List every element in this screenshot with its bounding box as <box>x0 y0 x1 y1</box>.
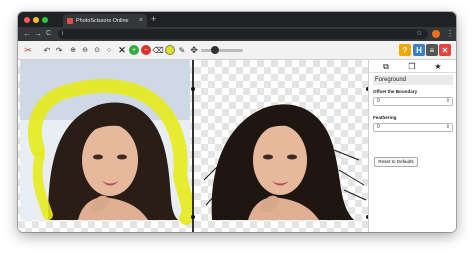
favicon-icon <box>67 17 73 24</box>
redo-icon[interactable]: ↷ <box>54 45 64 55</box>
pan-icon[interactable]: ✥ <box>189 45 199 55</box>
address-bar[interactable]: i <box>58 29 428 39</box>
settings-panel: ⧉ ❐ ★ Foreground Offset the Boundary 0 ⇕… <box>368 60 456 232</box>
zoom-reset-icon[interactable]: ○ <box>104 45 114 55</box>
menu-button[interactable]: ≡ <box>426 44 438 56</box>
reset-defaults-button[interactable]: Reset to Defaults <box>374 157 418 167</box>
zoom-out-icon[interactable]: ⊖ <box>80 45 90 55</box>
app-toolbar: ✂ ↶ ↷ ⊕ ⊖ ⊙ ○ ✕ + − ⌫ ✎ ✥ ? H ≡ ✕ <box>18 41 456 60</box>
feathering-select[interactable]: 0 ⇕ <box>373 123 453 132</box>
brush-size-slider[interactable] <box>201 49 243 52</box>
tab-title: PhotoScissors Online <box>76 17 129 24</box>
site-info-icon[interactable]: i <box>62 29 63 39</box>
browser-tab[interactable]: PhotoScissors Online × <box>63 14 147 27</box>
browser-menu-icon[interactable]: ⋮ <box>446 28 454 39</box>
panel-title: Foreground <box>373 75 453 85</box>
zoom-fit-icon[interactable]: ⊙ <box>92 45 102 55</box>
close-window-dot[interactable] <box>24 17 30 23</box>
brush-size-slider-thumb[interactable] <box>211 46 219 54</box>
undo-icon[interactable]: ↶ <box>42 45 52 55</box>
panel-tabs: ⧉ ❐ ★ <box>369 60 456 73</box>
offset-select[interactable]: 0 ⇕ <box>373 97 453 106</box>
zoom-in-icon[interactable]: ⊕ <box>68 45 78 55</box>
select-arrows-icon: ⇕ <box>445 98 450 104</box>
offset-value: 0 <box>377 98 380 104</box>
divider-handle-top[interactable] <box>191 87 195 91</box>
tab-copy-icon[interactable]: ❐ <box>407 62 417 71</box>
new-tab-button[interactable]: + <box>151 14 156 25</box>
browser-window: PhotoScissors Online × + ← → C i ☆ ⋮ ✂ ↶… <box>18 12 456 232</box>
eraser-alt-icon[interactable]: ✎ <box>177 45 187 55</box>
tab-layers-icon[interactable]: ⧉ <box>381 62 391 71</box>
source-photo <box>20 60 192 225</box>
auto-contour-icon[interactable] <box>165 45 175 55</box>
minimize-window-dot[interactable] <box>33 17 39 23</box>
tab-close-icon[interactable]: × <box>139 17 143 24</box>
result-photo <box>203 104 367 220</box>
close-app-button[interactable]: ✕ <box>439 44 451 56</box>
reload-button[interactable]: C <box>46 28 51 40</box>
history-button[interactable]: H <box>413 44 425 56</box>
tab-strip: PhotoScissors Online × + <box>18 12 456 27</box>
select-arrows-icon: ⇕ <box>445 124 450 130</box>
tab-favorite-star-icon[interactable]: ★ <box>433 62 443 71</box>
source-canvas[interactable] <box>18 60 192 232</box>
clear-marks-icon[interactable]: ✕ <box>117 45 127 55</box>
help-button[interactable]: ? <box>399 44 411 56</box>
feathering-label: Feathering <box>373 115 397 120</box>
forward-button[interactable]: → <box>34 28 42 40</box>
divider-handle-bottom[interactable] <box>191 215 195 219</box>
address-bar-row: ← → C i ☆ ⋮ <box>18 27 456 41</box>
maximize-window-dot[interactable] <box>42 17 48 23</box>
eraser-icon[interactable]: ⌫ <box>152 45 163 55</box>
result-canvas[interactable] <box>194 60 368 232</box>
offset-label: Offset the Boundary <box>373 89 418 94</box>
app-logo-icon: ✂ <box>24 44 32 55</box>
feathering-value: 0 <box>377 124 380 130</box>
back-button[interactable]: ← <box>23 28 31 40</box>
bookmark-star-icon[interactable]: ☆ <box>416 28 422 39</box>
profile-avatar[interactable] <box>432 30 440 38</box>
foreground-marker-icon[interactable]: + <box>129 45 139 55</box>
background-marker-icon[interactable]: − <box>141 45 151 55</box>
